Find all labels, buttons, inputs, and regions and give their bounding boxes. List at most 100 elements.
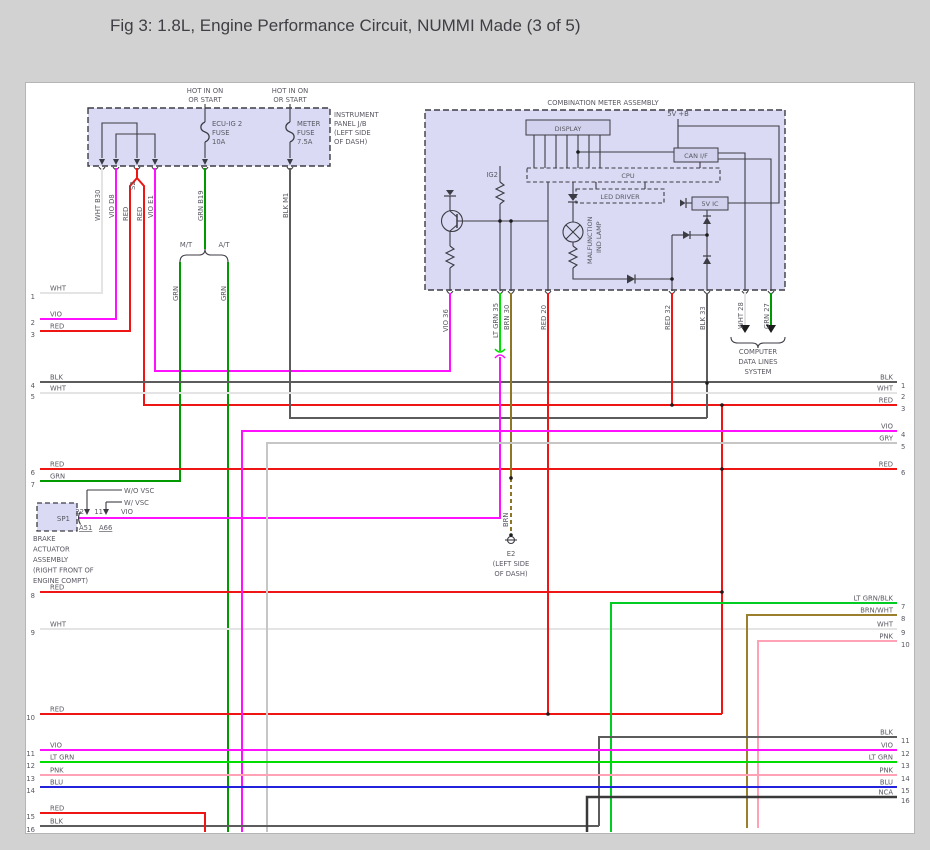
pin-label: VIO D8 — [108, 194, 116, 218]
left-row-label: WHT — [50, 285, 67, 293]
meter-title: COMBINATION METER ASSEMBLY — [547, 99, 659, 107]
left-row-label: BLU — [50, 779, 63, 787]
computer-data-label: DATA LINES — [738, 358, 777, 366]
hot-label: OR START — [188, 96, 222, 104]
w-vsc-arrow — [103, 509, 109, 515]
left-row-number: 5 — [31, 393, 35, 401]
right-row-label: VIO — [881, 742, 893, 750]
right-row-number: 11 — [901, 737, 910, 745]
junction — [720, 403, 724, 407]
junction — [509, 476, 513, 480]
left-row-number: 14 — [26, 787, 35, 795]
right-row-label: PNK — [879, 767, 893, 775]
pin-label: BLK M1 — [282, 193, 290, 218]
fuse-label: FUSE — [212, 129, 230, 137]
connector-id: A66 — [99, 524, 112, 532]
pin-label: WHT 28 — [737, 302, 745, 329]
left-row-number: 6 — [31, 469, 35, 477]
fuse-label: METER — [297, 120, 321, 128]
right-row-label: PNK — [879, 633, 893, 641]
mil-label: MALFUNCTION — [586, 216, 594, 264]
right-row-label: WHT — [877, 385, 894, 393]
e2-label: OF DASH) — [494, 570, 528, 578]
left-row-number: 9 — [31, 629, 35, 637]
hot-label: HOT IN ON — [187, 87, 223, 95]
right-row-number: 3 — [901, 405, 905, 413]
wire-s2-red-a — [40, 168, 138, 332]
wire-d8-vio — [40, 168, 117, 320]
sp1-pin: 11 — [94, 508, 103, 516]
junction — [576, 150, 580, 154]
left-row-label: VIO — [50, 311, 62, 319]
brake-label: BRAKE — [33, 535, 56, 543]
left-row-number: 3 — [31, 331, 35, 339]
pin-label: RED 32 — [664, 305, 672, 330]
left-row-number: 12 — [26, 762, 35, 770]
right-row-number: 1 — [901, 382, 905, 390]
cpu-label: CPU — [621, 172, 634, 180]
branch-label: GRN — [172, 286, 180, 301]
right-row-number: 14 — [901, 775, 910, 783]
fuse-label: ECU-IG 2 — [212, 120, 242, 128]
junction — [705, 381, 709, 385]
junction — [509, 219, 513, 223]
right-row-label: RED — [879, 397, 893, 405]
right-row-number: 2 — [901, 393, 905, 401]
can-if-label: CAN I/F — [684, 152, 708, 160]
junction — [498, 219, 502, 223]
left-row-label: VIO — [50, 742, 62, 750]
left-row-label: RED — [50, 584, 64, 592]
right-row-label: BLK — [880, 729, 893, 737]
left-row-number: 7 — [31, 481, 35, 489]
left-row-label: GRN — [50, 473, 65, 481]
brake-label: (RIGHT FRONT OF — [33, 567, 94, 575]
right-row-number: 5 — [901, 443, 905, 451]
hot-label: HOT IN ON — [272, 87, 308, 95]
at-label: A/T — [218, 241, 230, 249]
fuse-label: 7.5A — [297, 138, 313, 146]
left-row-number: 8 — [31, 592, 35, 600]
right-row-number: 9 — [901, 629, 905, 637]
left-row-label: RED — [50, 805, 64, 813]
left-row-label: RED — [50, 706, 64, 714]
jb-label: PANEL J/B — [334, 120, 367, 128]
junction — [720, 590, 724, 594]
right-row-label: NCA — [879, 789, 894, 797]
right-row-label: RED — [879, 461, 893, 469]
left-row-label: RED — [50, 323, 64, 331]
vsc-label: W/O VSC — [124, 487, 154, 495]
jb-label: INSTRUMENT — [334, 111, 379, 119]
wire-row10r-pnk — [757, 640, 897, 828]
computer-data-label: COMPUTER — [739, 348, 777, 356]
wire-row16r-nca — [585, 795, 897, 832]
junction — [509, 533, 513, 537]
right-row-number: 6 — [901, 469, 905, 477]
pin-label: WHT B30 — [94, 190, 102, 221]
e2-label: E2 — [507, 550, 516, 558]
pin-label: BRN 30 — [503, 305, 511, 330]
brake-label: ASSEMBLY — [33, 556, 69, 564]
right-row-number: 7 — [901, 603, 905, 611]
brake-label: ACTUATOR — [33, 546, 70, 554]
right-row-number: 15 — [901, 787, 910, 795]
wire-row4r-vio — [241, 430, 897, 832]
left-row-number: 15 — [26, 813, 35, 821]
branch-label: GRN — [220, 286, 228, 301]
left-row-number: 11 — [26, 750, 35, 758]
junction — [670, 277, 674, 281]
connector-id: A51 — [79, 524, 92, 532]
right-row-number: 16 — [901, 797, 910, 805]
left-row-label: RED — [50, 461, 64, 469]
right-row-label: WHT — [877, 621, 894, 629]
right-row-label: LT GRN/BLK — [854, 595, 894, 603]
e2-label: (LEFT SIDE — [493, 560, 530, 568]
wire-row15-red — [40, 812, 206, 832]
pin-label: GRN 27 — [763, 303, 771, 329]
junction — [546, 712, 550, 716]
left-row-label: BLK — [50, 374, 63, 382]
junction — [705, 233, 709, 237]
pin-label: RED — [136, 207, 144, 221]
left-row-number: 4 — [31, 382, 35, 390]
jb-label: OF DASH) — [334, 138, 368, 146]
left-row-number: 10 — [26, 714, 35, 722]
